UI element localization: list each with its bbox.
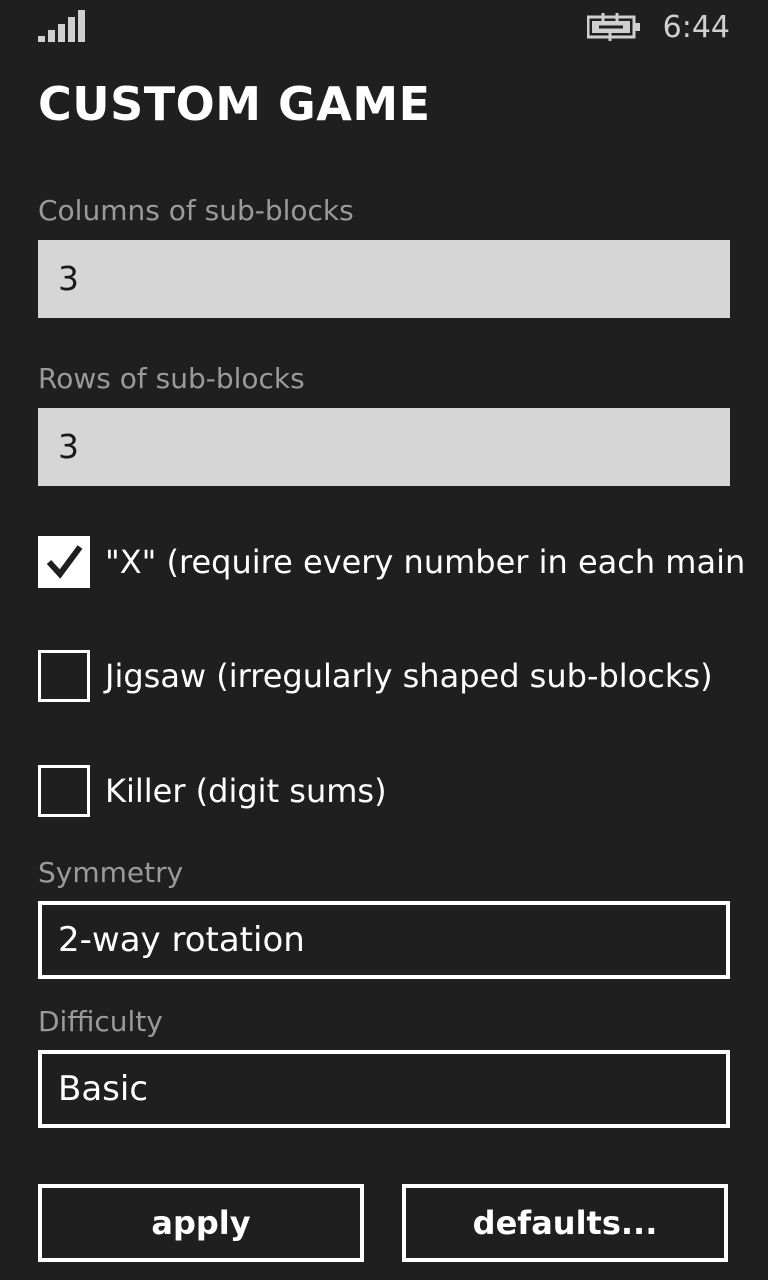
rows-input[interactable]: 3 (38, 408, 730, 486)
killer-checkbox-row[interactable]: Killer (digit sums) (38, 765, 768, 817)
symmetry-picker[interactable]: 2-way rotation (38, 901, 730, 979)
jigsaw-checkbox-row[interactable]: Jigsaw (irregularly shaped sub-blocks) (38, 650, 768, 702)
x-variant-checkbox-row[interactable]: "X" (require every number in each main (38, 536, 768, 588)
symmetry-label: Symmetry (38, 856, 184, 889)
signal-strength-icon (38, 10, 85, 42)
difficulty-picker[interactable]: Basic (38, 1050, 730, 1128)
x-variant-label: "X" (require every number in each main (105, 543, 746, 581)
killer-label: Killer (digit sums) (105, 772, 387, 810)
checkmark-icon (46, 545, 83, 579)
difficulty-label: Difficulty (38, 1005, 163, 1038)
page-title: CUSTOM GAME (38, 77, 431, 131)
rows-label: Rows of sub-blocks (38, 362, 305, 395)
jigsaw-checkbox[interactable] (38, 650, 90, 702)
apply-button[interactable]: apply (38, 1184, 364, 1262)
custom-game-screen: 6:44 CUSTOM GAME Columns of sub-blocks 3… (0, 0, 768, 1280)
columns-label: Columns of sub-blocks (38, 194, 354, 227)
clock-time: 6:44 (662, 10, 730, 45)
status-bar: 6:44 (0, 0, 768, 56)
defaults-button[interactable]: defaults... (402, 1184, 728, 1262)
jigsaw-label: Jigsaw (irregularly shaped sub-blocks) (105, 657, 713, 695)
columns-input[interactable]: 3 (38, 240, 730, 318)
x-variant-checkbox[interactable] (38, 536, 90, 588)
battery-charging-icon (587, 13, 640, 41)
killer-checkbox[interactable] (38, 765, 90, 817)
